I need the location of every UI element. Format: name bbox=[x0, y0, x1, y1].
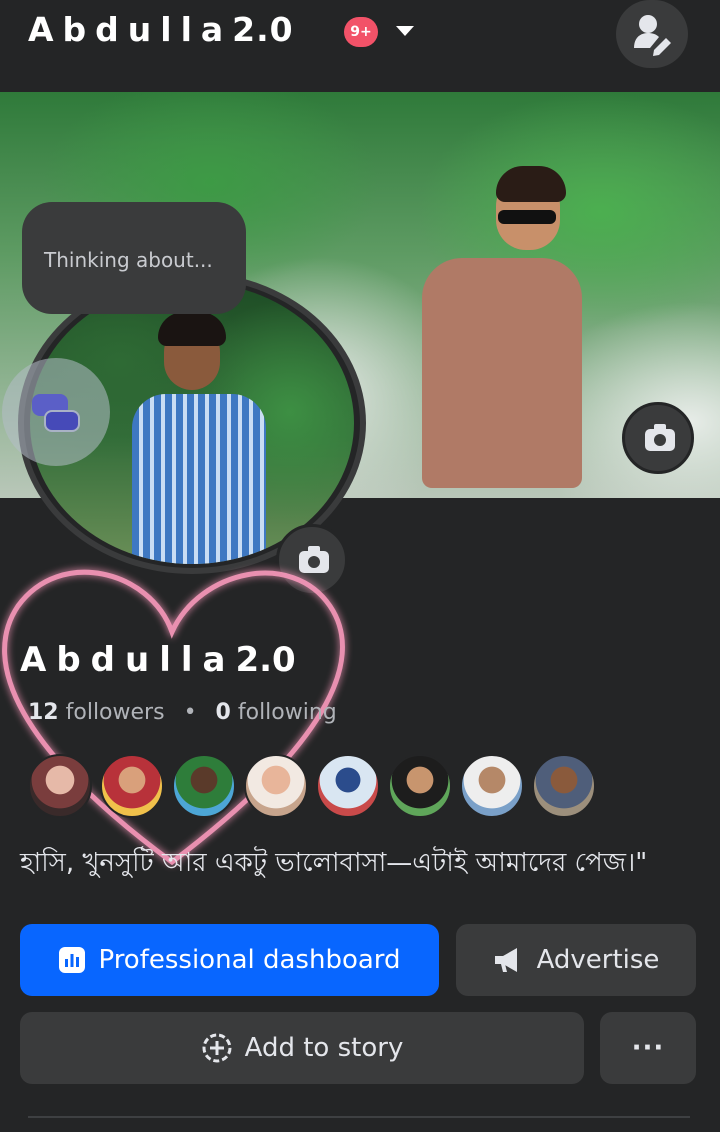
add-circle-icon bbox=[202, 1033, 232, 1063]
divider bbox=[28, 1116, 690, 1118]
follower-avatar[interactable] bbox=[244, 754, 308, 818]
messenger-button[interactable] bbox=[2, 358, 110, 466]
separator-dot: • bbox=[183, 700, 197, 725]
top-bar: Abdulla2.0 9+ bbox=[0, 0, 720, 92]
megaphone-icon bbox=[494, 948, 517, 972]
thought-placeholder: Thinking about... bbox=[44, 248, 213, 272]
followers-link[interactable]: 12 followers bbox=[28, 700, 165, 725]
person-edit-icon bbox=[634, 15, 671, 56]
notification-badge[interactable]: 9+ bbox=[344, 17, 378, 47]
messenger-icon-part bbox=[44, 410, 80, 432]
edit-cover-photo-button[interactable] bbox=[622, 402, 694, 474]
page-bio: হাসি, খুনসুটি আর একটু ভালোবাসা—এটাই আমাদ… bbox=[20, 848, 648, 878]
profile-edit-button[interactable] bbox=[616, 0, 688, 68]
display-name-suffix: 2.0 bbox=[235, 640, 296, 680]
add-to-story-button[interactable]: Add to story bbox=[20, 1012, 584, 1084]
cover-photo-person bbox=[412, 166, 582, 498]
advertise-button[interactable]: Advertise bbox=[456, 924, 696, 996]
more-options-icon: ··· bbox=[631, 1033, 665, 1063]
followers-label: followers bbox=[65, 700, 165, 725]
follower-avatar[interactable] bbox=[460, 754, 524, 818]
display-name: Abdulla bbox=[20, 640, 236, 680]
page-name: Abdulla bbox=[28, 10, 233, 49]
follower-avatar[interactable] bbox=[316, 754, 380, 818]
follower-avatar[interactable] bbox=[388, 754, 452, 818]
add-to-story-label: Add to story bbox=[244, 1033, 404, 1063]
more-options-button[interactable]: ··· bbox=[600, 1012, 696, 1084]
following-link[interactable]: 0 following bbox=[216, 700, 337, 725]
followers-count: 12 bbox=[28, 700, 59, 725]
follower-avatar[interactable] bbox=[172, 754, 236, 818]
edit-profile-picture-button[interactable] bbox=[276, 524, 348, 596]
bar-chart-icon bbox=[59, 947, 86, 973]
advertise-label: Advertise bbox=[536, 945, 660, 975]
page-name-switcher[interactable]: Abdulla2.0 bbox=[28, 10, 294, 49]
chevron-down-icon[interactable] bbox=[396, 26, 414, 36]
page-title: Abdulla2.0 bbox=[20, 640, 296, 680]
follower-avatar[interactable] bbox=[100, 754, 164, 818]
following-label: following bbox=[237, 700, 337, 725]
following-count: 0 bbox=[215, 700, 231, 725]
professional-dashboard-button[interactable]: Professional dashboard bbox=[20, 924, 439, 996]
follower-avatar[interactable] bbox=[532, 754, 596, 818]
follower-avatar[interactable] bbox=[28, 754, 92, 818]
camera-icon bbox=[645, 424, 675, 451]
camera-icon bbox=[299, 546, 329, 573]
follow-stats: 12 followers • 0 following bbox=[28, 700, 337, 725]
professional-dashboard-label: Professional dashboard bbox=[98, 945, 401, 975]
page-name-suffix: 2.0 bbox=[232, 10, 294, 49]
